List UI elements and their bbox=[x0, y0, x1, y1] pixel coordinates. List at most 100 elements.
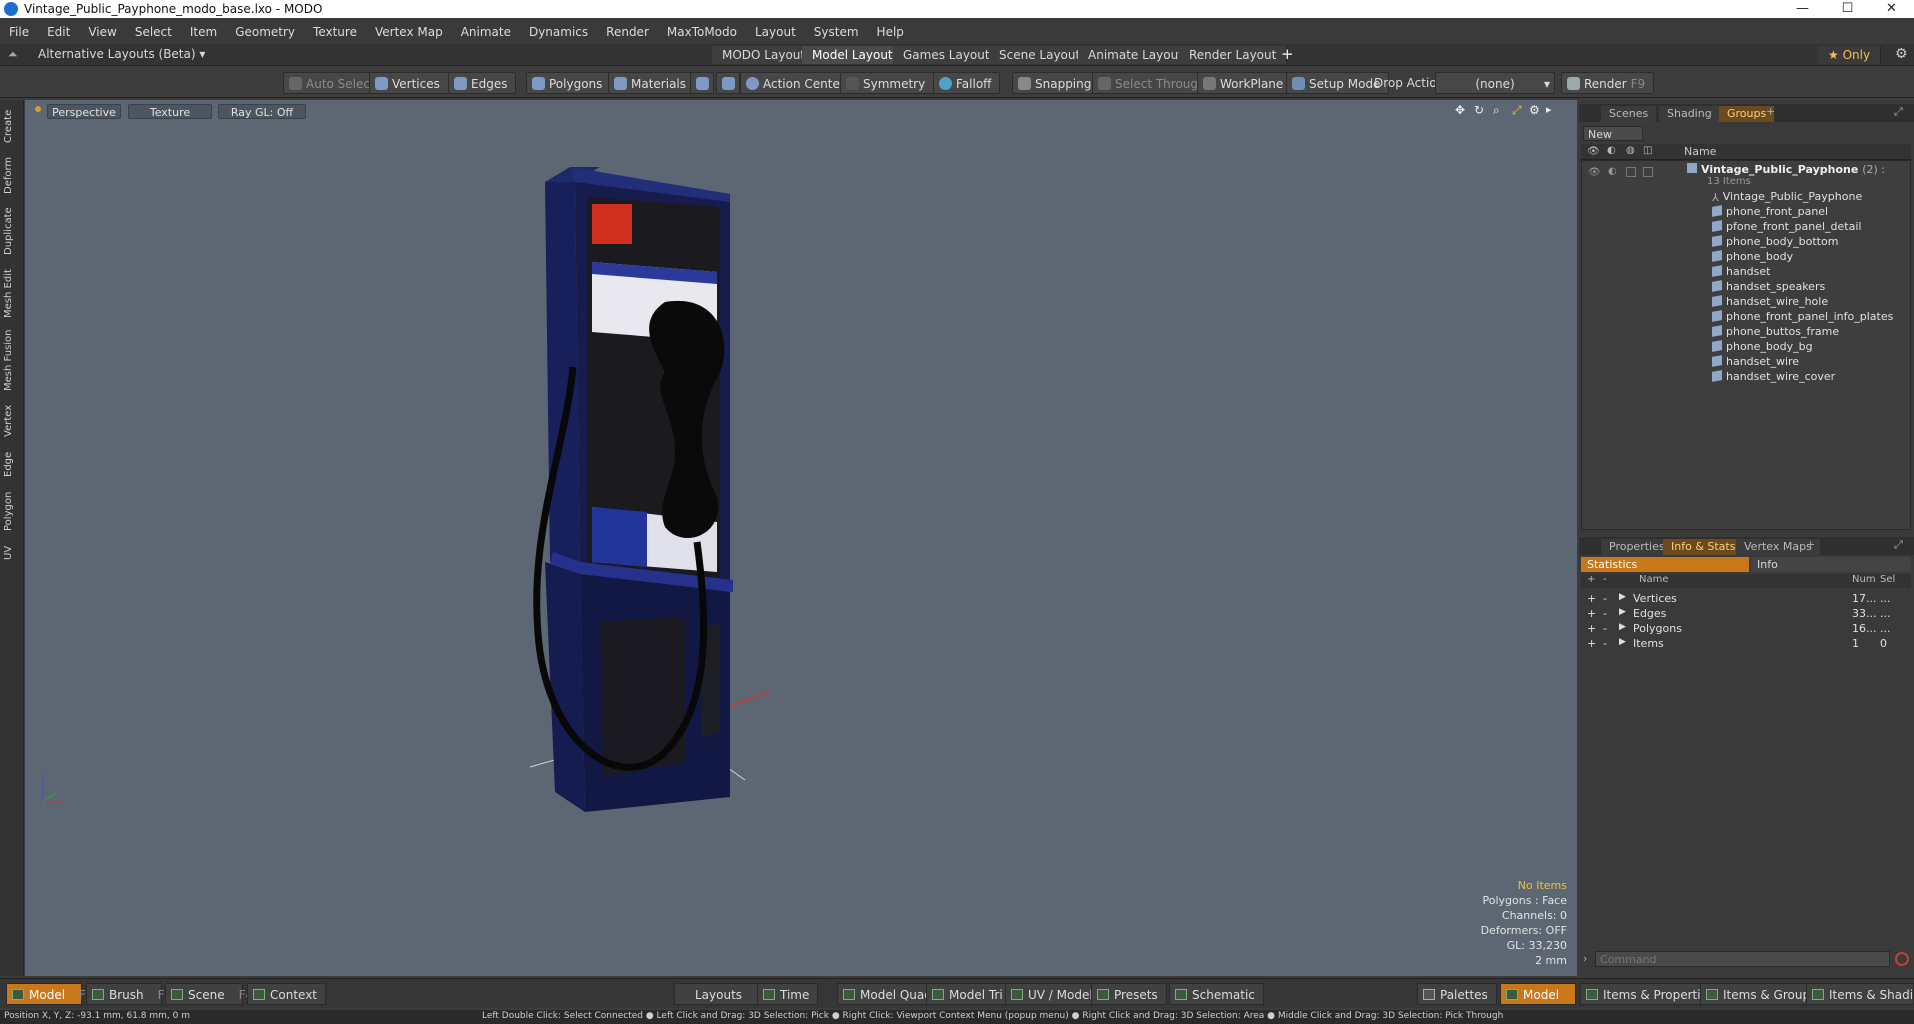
new-group-button[interactable]: New Group bbox=[1583, 126, 1643, 156]
group-render-icon[interactable]: ◐ bbox=[1608, 166, 1617, 177]
list-item[interactable]: phone_body_bg bbox=[1712, 340, 1813, 353]
list-item[interactable]: handset_wire_cover bbox=[1712, 370, 1835, 383]
row-arrow-icon[interactable]: ▶ bbox=[1619, 592, 1626, 602]
scene-mode-button[interactable]: Scene F4 bbox=[165, 983, 253, 1005]
render-button[interactable]: Render F9 bbox=[1561, 72, 1655, 94]
group-lock-checkbox[interactable] bbox=[1626, 167, 1636, 177]
materials-button[interactable]: Materials bbox=[608, 72, 696, 94]
tab-statistics[interactable]: Statistics bbox=[1581, 557, 1749, 572]
list-item[interactable]: handset_speakers bbox=[1712, 280, 1825, 293]
tab-games-layout[interactable]: Games Layout bbox=[893, 46, 1001, 64]
tab-vertex[interactable]: Vertex bbox=[3, 400, 21, 442]
expand-row-icon[interactable]: + bbox=[1587, 607, 1596, 620]
list-item[interactable]: handset_wire_hole bbox=[1712, 295, 1828, 308]
table-row[interactable]: + - ▶ Edges 33... ... bbox=[1581, 607, 1911, 622]
viewport-settings-icon[interactable]: ⚙ bbox=[1529, 103, 1540, 117]
row-arrow-icon[interactable]: ▶ bbox=[1619, 607, 1626, 617]
zoom-view-icon[interactable]: ⌕ bbox=[1493, 103, 1500, 118]
tab-polygon[interactable]: Polygon bbox=[3, 486, 21, 536]
menu-layout[interactable]: Layout bbox=[746, 25, 805, 39]
3d-viewport[interactable]: Perspective Texture Ray GL: Off ✥ ↻ ⌕ ⤢ … bbox=[25, 100, 1577, 976]
gear-icon[interactable]: ⚙ bbox=[1895, 46, 1908, 62]
maximize-button[interactable]: ☐ bbox=[1825, 0, 1870, 18]
menu-edit[interactable]: Edit bbox=[38, 25, 79, 39]
row-arrow-icon[interactable]: ▶ bbox=[1619, 637, 1626, 647]
expand-panel-icon[interactable]: ⤢ bbox=[1894, 538, 1903, 552]
menu-vertex-map[interactable]: Vertex Map bbox=[366, 25, 452, 39]
list-item[interactable]: phone_body bbox=[1712, 250, 1793, 263]
context-button[interactable]: Context bbox=[247, 983, 327, 1005]
select-column-icon[interactable]: ◫ bbox=[1643, 145, 1652, 156]
model-tab-right[interactable]: Model bbox=[1500, 983, 1576, 1005]
expand-panel-icon[interactable]: ⤢ bbox=[1894, 105, 1903, 119]
render-column-icon[interactable]: ◐ bbox=[1607, 145, 1616, 156]
tab-render-layout[interactable]: Render Layout bbox=[1179, 46, 1288, 64]
minimize-button[interactable]: — bbox=[1780, 0, 1825, 18]
menu-help[interactable]: Help bbox=[868, 25, 913, 39]
fit-view-icon[interactable]: ⤢ bbox=[1512, 103, 1522, 118]
menu-item[interactable]: Item bbox=[181, 25, 226, 39]
presets-button[interactable]: Presets bbox=[1091, 983, 1167, 1005]
select-mode-a-button[interactable] bbox=[690, 72, 714, 94]
model-tri-button[interactable]: Model Tri bbox=[926, 983, 1012, 1005]
tab-animate-layout[interactable]: Animate Layout bbox=[1078, 46, 1194, 64]
vertices-button[interactable]: Vertices bbox=[369, 72, 449, 94]
viewport-menu-dot-icon[interactable] bbox=[35, 106, 41, 112]
menu-maxtomodo[interactable]: MaxToModo bbox=[658, 25, 746, 39]
workplane-button[interactable]: WorkPlane bbox=[1197, 72, 1293, 94]
tab-info-stats[interactable]: Info & Stats bbox=[1663, 539, 1744, 555]
tab-create[interactable]: Create bbox=[3, 106, 21, 146]
list-item[interactable]: pfone_front_panel_detail bbox=[1712, 220, 1861, 233]
list-item[interactable]: phone_front_panel_info_plates bbox=[1712, 310, 1893, 323]
tab-shading[interactable]: Shading bbox=[1659, 106, 1720, 122]
model-mode-button[interactable]: ModelF2 bbox=[6, 983, 94, 1005]
visibility-column-icon[interactable]: 👁 bbox=[1587, 146, 1600, 157]
tab-scenes[interactable]: Scenes bbox=[1601, 106, 1657, 122]
add-tab-icon[interactable]: + bbox=[1806, 538, 1815, 551]
expand-row-icon[interactable]: + bbox=[1587, 592, 1596, 605]
list-item[interactable]: phone_front_panel bbox=[1712, 205, 1828, 218]
brush-mode-button[interactable]: BrushF3 bbox=[86, 983, 172, 1005]
time-button[interactable]: Time bbox=[757, 983, 819, 1005]
polygons-button[interactable]: Polygons bbox=[526, 72, 612, 94]
tab-duplicate[interactable]: Duplicate bbox=[3, 204, 21, 259]
record-macro-icon[interactable] bbox=[1895, 952, 1909, 966]
list-item[interactable]: ⅄ Vintage_Public_Payphone bbox=[1712, 190, 1862, 204]
menu-render[interactable]: Render bbox=[597, 25, 658, 39]
list-item[interactable]: phone_buttos_frame bbox=[1712, 325, 1839, 338]
menu-dynamics[interactable]: Dynamics bbox=[520, 25, 597, 39]
tab-info[interactable]: Info bbox=[1751, 557, 1911, 572]
list-item[interactable]: phone_body_bottom bbox=[1712, 235, 1838, 248]
tab-model-layout[interactable]: Model Layout bbox=[802, 46, 904, 64]
lock-column-icon[interactable]: ◍ bbox=[1626, 145, 1635, 156]
collapse-row-icon[interactable]: - bbox=[1603, 622, 1607, 635]
menu-texture[interactable]: Texture bbox=[304, 25, 366, 39]
only-toggle[interactable]: ★ Only bbox=[1818, 46, 1882, 64]
table-row[interactable]: + - ▶ Vertices 17... ... bbox=[1581, 592, 1911, 607]
tab-deform[interactable]: Deform bbox=[3, 155, 21, 195]
menu-geometry[interactable]: Geometry bbox=[226, 25, 304, 39]
palettes-button[interactable]: Palettes bbox=[1417, 983, 1497, 1005]
tab-modo-layout[interactable]: MODO Layout bbox=[712, 46, 817, 64]
group-visibility-icon[interactable]: 👁 bbox=[1588, 167, 1601, 178]
symmetry-button[interactable]: Symmetry bbox=[840, 72, 935, 94]
alternative-layouts-dropdown[interactable]: Alternative Layouts (Beta) ▾ bbox=[38, 47, 205, 61]
select-mode-b-button[interactable] bbox=[716, 72, 740, 94]
tab-edge[interactable]: Edge bbox=[3, 448, 21, 480]
collapse-row-icon[interactable]: - bbox=[1603, 607, 1607, 620]
list-item[interactable]: handset bbox=[1712, 265, 1770, 278]
menu-select[interactable]: Select bbox=[126, 25, 181, 39]
group-select-checkbox[interactable] bbox=[1643, 167, 1653, 177]
raygl-button[interactable]: Ray GL: Off bbox=[218, 104, 306, 119]
rotate-view-icon[interactable]: ↻ bbox=[1474, 103, 1484, 117]
add-tab-icon[interactable]: + bbox=[1766, 105, 1775, 118]
snapping-button[interactable]: Snapping bbox=[1012, 72, 1101, 94]
action-center-button[interactable]: Action Center bbox=[740, 72, 854, 94]
move-view-icon[interactable]: ✥ bbox=[1455, 103, 1465, 117]
items-shading-button[interactable]: Items & Shading bbox=[1806, 983, 1914, 1005]
falloff-button[interactable]: Falloff bbox=[933, 72, 1001, 94]
viewport-expand-icon[interactable]: ▸ bbox=[1546, 103, 1552, 116]
shading-mode-button[interactable]: Texture bbox=[128, 104, 212, 119]
collapse-row-icon[interactable]: - bbox=[1603, 637, 1607, 650]
list-item[interactable]: handset_wire bbox=[1712, 355, 1799, 368]
